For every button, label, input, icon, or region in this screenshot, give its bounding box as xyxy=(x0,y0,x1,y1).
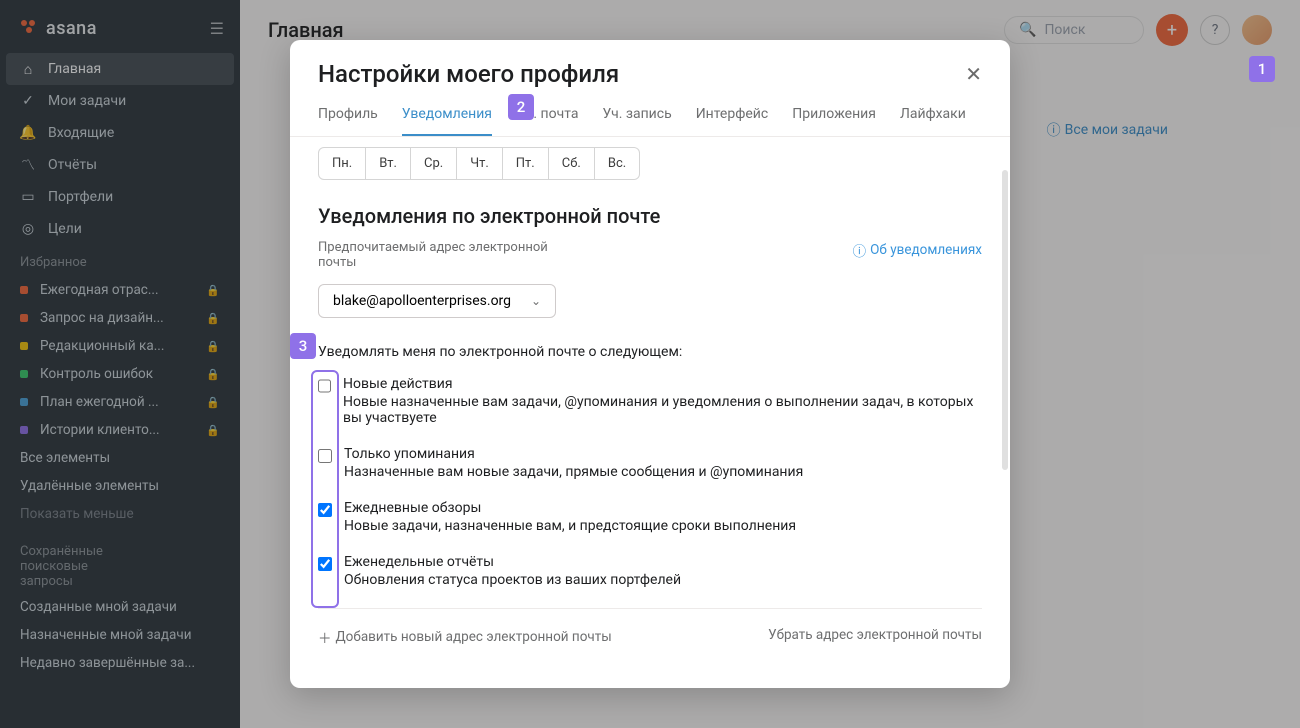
add-email-button[interactable]: ＋Добавить новый адрес электронной почты xyxy=(318,627,612,647)
day-toggle[interactable]: Пт. xyxy=(503,147,549,180)
annotation-badge-2: 2 xyxy=(508,94,534,120)
modal-tabs: Профиль Уведомления Эл. почта Уч. запись… xyxy=(290,102,1010,137)
day-toggle[interactable]: Чт. xyxy=(457,147,503,180)
tab-apps[interactable]: Приложения xyxy=(792,102,876,136)
notification-option: Только упоминания Назначенные вам новые з… xyxy=(318,446,982,480)
option-desc: Назначенные вам новые задачи, прямые соо… xyxy=(344,464,803,480)
tab-hacks[interactable]: Лайфхаки xyxy=(900,102,966,136)
annotation-border-3 xyxy=(311,370,339,608)
notification-option: Еженедельные отчёты Обновления статуса пр… xyxy=(318,554,982,588)
annotation-badge-1: 1 xyxy=(1249,56,1275,82)
remove-email-button[interactable]: Убрать адрес электронной почты xyxy=(768,627,982,647)
about-link-label: Об уведомлениях xyxy=(870,242,982,258)
day-toggle[interactable]: Ср. xyxy=(411,147,457,180)
email-select[interactable]: blake@apolloenterprises.org ⌄ xyxy=(318,284,556,318)
day-toggle[interactable]: Пн. xyxy=(318,147,366,180)
option-desc: Обновления статуса проектов из ваших пор… xyxy=(344,572,681,588)
option-title: Только упоминания xyxy=(344,446,803,462)
divider xyxy=(318,608,982,609)
tab-notifications[interactable]: Уведомления xyxy=(402,102,492,136)
notification-option: Новые действия Новые назначенные вам зада… xyxy=(318,376,982,426)
email-notifications-heading: Уведомления по электронной почте xyxy=(318,204,982,228)
dnd-days: Пн.Вт.Ср.Чт.Пт.Сб.Вс. xyxy=(318,147,982,180)
info-icon: ⓘ xyxy=(853,240,867,260)
annotation-badge-3: 3 xyxy=(290,333,316,359)
option-title: Еженедельные отчёты xyxy=(344,554,681,570)
day-toggle[interactable]: Сб. xyxy=(549,147,595,180)
tab-profile[interactable]: Профиль xyxy=(318,102,378,136)
preferred-email-label: Предпочитаемый адрес электронной почты xyxy=(318,240,578,270)
modal-scrollbar[interactable] xyxy=(1002,170,1008,470)
tab-display[interactable]: Интерфейс xyxy=(696,102,769,136)
option-desc: Новые задачи, назначенные вам, и предсто… xyxy=(344,518,796,534)
option-title: Ежедневные обзоры xyxy=(344,500,796,516)
close-icon[interactable]: ✕ xyxy=(965,62,982,86)
notification-option: Ежедневные обзоры Новые задачи, назначенн… xyxy=(318,500,982,534)
day-toggle[interactable]: Вт. xyxy=(366,147,411,180)
option-title: Новые действия xyxy=(343,376,982,392)
profile-settings-modal: Настройки моего профиля ✕ Профиль Уведом… xyxy=(290,40,1010,688)
about-notifications-link[interactable]: ⓘОб уведомлениях xyxy=(853,240,982,260)
add-email-label: Добавить новый адрес электронной почты xyxy=(336,629,612,645)
day-toggle[interactable]: Вс. xyxy=(595,147,640,180)
modal-title: Настройки моего профиля xyxy=(318,60,619,88)
notify-label: Уведомлять меня по электронной почте о с… xyxy=(318,344,982,360)
email-value: blake@apolloenterprises.org xyxy=(333,293,511,309)
tab-account[interactable]: Уч. запись xyxy=(602,102,671,136)
chevron-down-icon: ⌄ xyxy=(531,294,541,308)
option-desc: Новые назначенные вам задачи, @упоминани… xyxy=(343,394,982,426)
plus-icon: ＋ xyxy=(318,627,332,647)
